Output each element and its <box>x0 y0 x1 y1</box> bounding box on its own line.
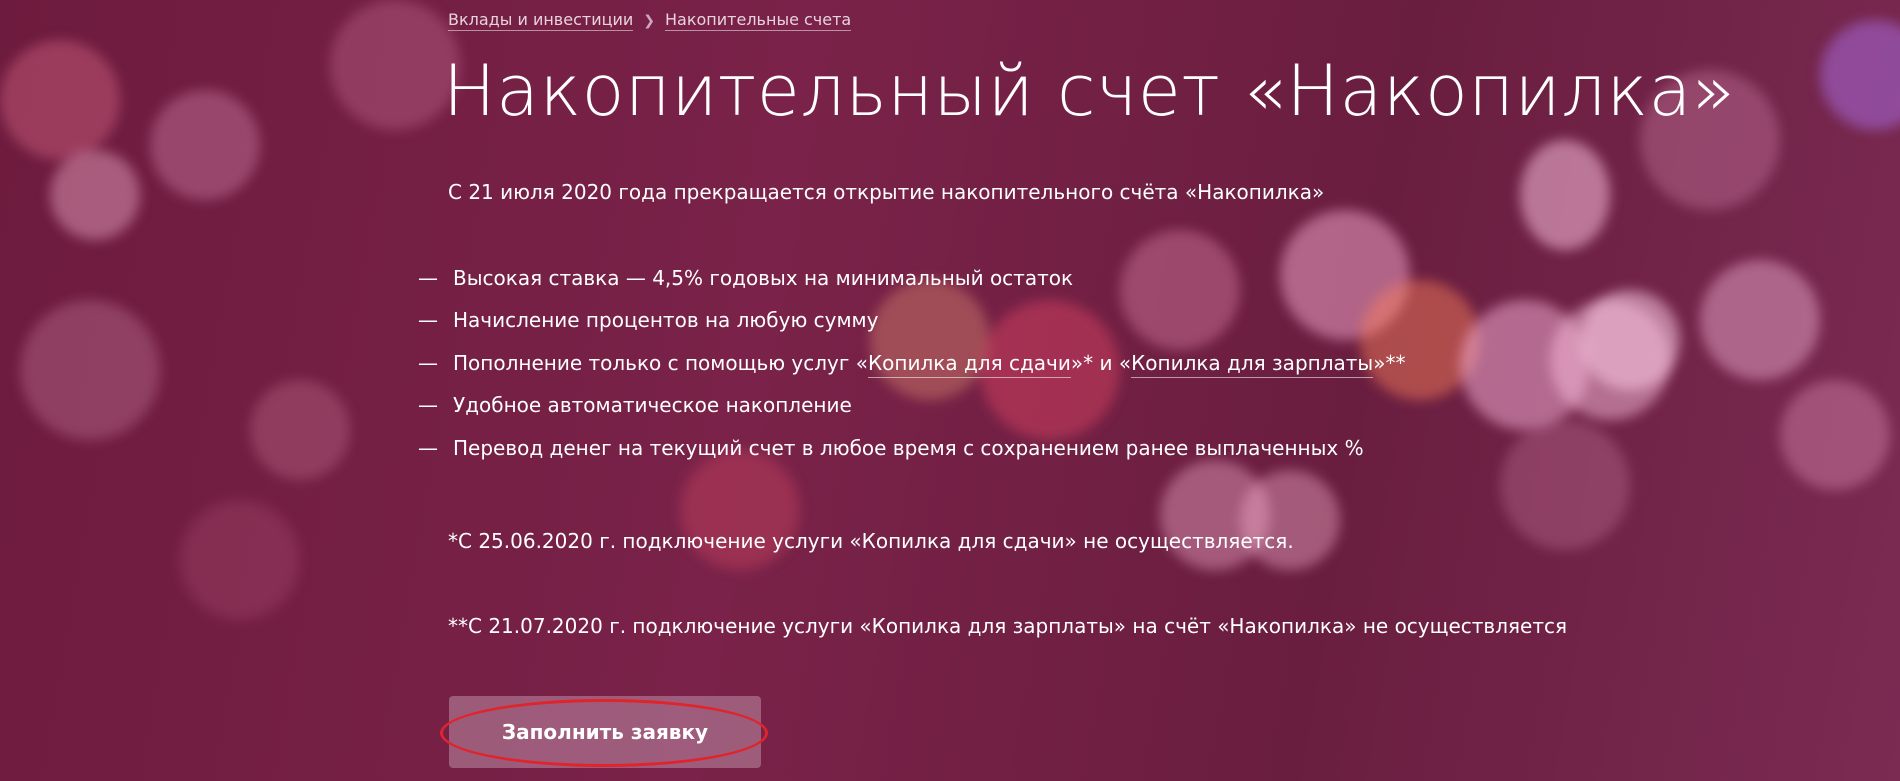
feature-text-part: Пополнение только с помощью услуг « <box>453 350 868 375</box>
closure-notice: С 21 июля 2020 года прекращается открыти… <box>448 180 1325 204</box>
list-item: — Высокая ставка — 4,5% годовых на миним… <box>418 266 1405 308</box>
breadcrumb-item-savings-accounts[interactable]: Накопительные счета <box>665 10 852 31</box>
feature-text: Удобное автоматическое накопление <box>453 393 852 418</box>
breadcrumb-item-deposits[interactable]: Вклады и инвестиции <box>448 10 634 31</box>
chevron-right-icon: ❯ <box>643 12 656 29</box>
list-item: — Начисление процентов на любую сумму <box>418 308 1405 350</box>
footnote-salary-service: **С 21.07.2020 г. подключение услуги «Ко… <box>448 614 1568 638</box>
list-item: — Удобное автоматическое накопление <box>418 393 1405 435</box>
feature-list: — Высокая ставка — 4,5% годовых на миним… <box>418 266 1405 478</box>
dash-marker: — <box>418 435 438 460</box>
link-piggy-bank-change[interactable]: Копилка для сдачи <box>867 350 1071 378</box>
feature-text-part: »** <box>1373 350 1406 375</box>
dash-marker: — <box>418 308 438 333</box>
list-item: — Перевод денег на текущий счет в любое … <box>418 436 1405 478</box>
link-piggy-bank-salary[interactable]: Копилка для зарплаты <box>1131 350 1374 378</box>
feature-text: Пополнение только с помощью услуг «Копил… <box>453 350 1406 378</box>
dash-marker: — <box>418 266 438 290</box>
feature-text-part: »* и « <box>1070 350 1132 375</box>
page-title: Накопительный счет «Накопилка» <box>443 50 1736 132</box>
feature-text: Начисление процентов на любую сумму <box>453 308 879 333</box>
dash-marker: — <box>418 393 438 418</box>
list-item: — Пополнение только с помощью услуг «Коп… <box>418 350 1406 393</box>
feature-text: Перевод денег на текущий счет в любое вр… <box>453 435 1364 460</box>
feature-text: Высокая ставка — 4,5% годовых на минимал… <box>453 266 1074 290</box>
fill-application-button[interactable]: Заполнить заявку <box>449 696 761 768</box>
footnote-change-service: *С 25.06.2020 г. подключение услуги «Коп… <box>448 529 1294 553</box>
dash-marker: — <box>418 350 438 375</box>
breadcrumb: Вклады и инвестиции ❯ Накопительные счет… <box>448 10 852 31</box>
